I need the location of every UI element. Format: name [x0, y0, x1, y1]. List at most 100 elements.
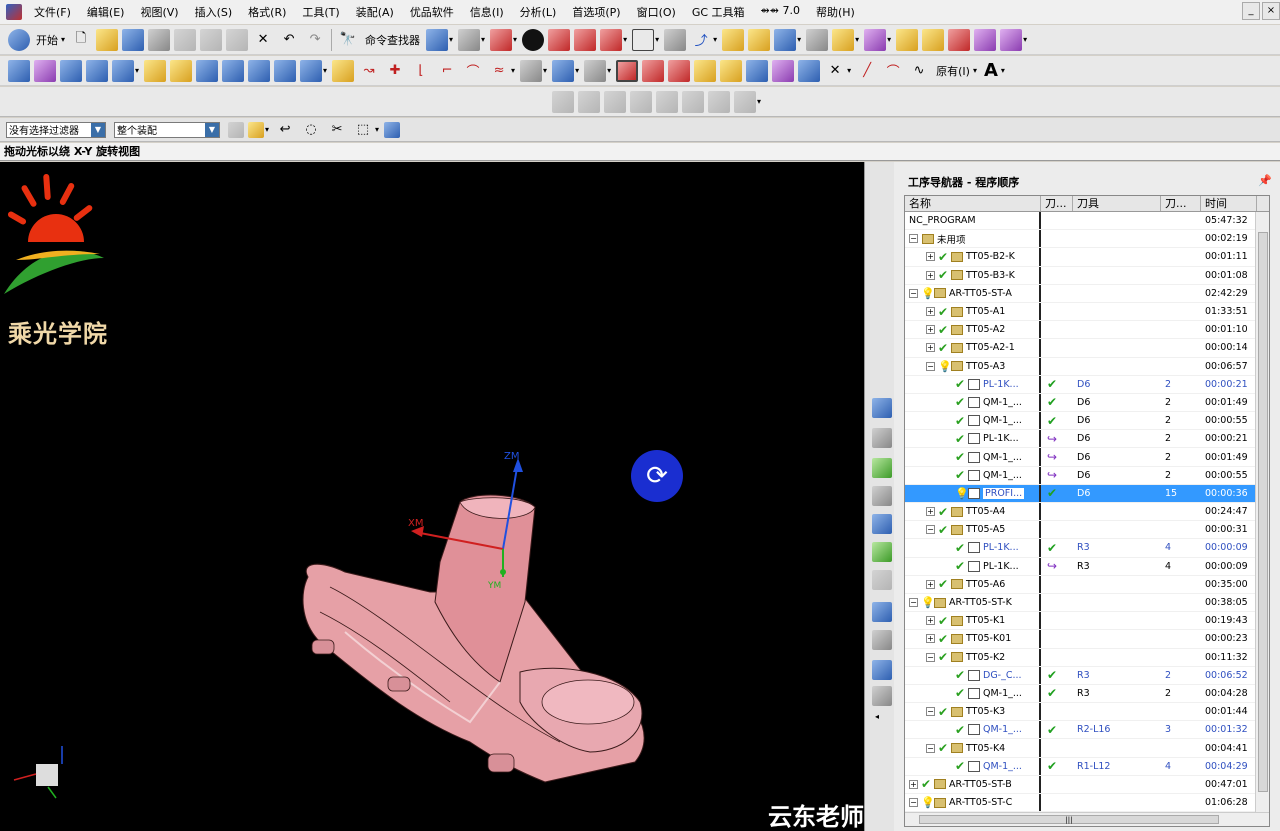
rectangle-select-icon[interactable]: ⬚ — [352, 119, 374, 141]
menu-item[interactable]: 视图(V) — [132, 4, 186, 20]
column-header-name[interactable]: 名称 — [905, 196, 1041, 211]
replay-path-icon[interactable] — [170, 59, 193, 82]
path-edit-2-icon[interactable] — [668, 59, 691, 82]
resource-program-order-icon[interactable] — [872, 458, 892, 478]
show-hide-icon[interactable] — [552, 59, 575, 82]
table-row[interactable]: − ✔ TT05-A5 00:00:31 — [905, 521, 1269, 540]
feature-3-icon[interactable] — [604, 90, 626, 113]
close-button[interactable]: × — [1262, 2, 1280, 20]
menu-item[interactable]: 格式(R) — [240, 4, 294, 20]
wireframe-view-icon[interactable] — [600, 28, 623, 51]
collapse-icon[interactable]: − — [909, 234, 918, 244]
create-operation-icon[interactable] — [112, 59, 134, 82]
menu-item[interactable]: 文件(F) — [26, 4, 79, 20]
path-edit-7-icon[interactable] — [798, 59, 821, 82]
generate-path-icon[interactable] — [144, 59, 167, 82]
curve-4-icon[interactable]: ⌐ — [436, 60, 458, 82]
path-edit-4-icon[interactable] — [720, 59, 743, 82]
horizontal-scroll-thumb[interactable]: ||| — [919, 815, 1219, 824]
path-edit-1-icon[interactable] — [642, 59, 665, 82]
play-animation-icon[interactable] — [774, 28, 797, 51]
table-row[interactable]: − ✔ TT05-K4 00:04:41 — [905, 739, 1269, 758]
save-icon[interactable] — [122, 28, 145, 51]
expand-icon[interactable]: + — [926, 270, 935, 280]
resource-part-nav-icon[interactable] — [872, 570, 892, 590]
resource-method-view-icon[interactable] — [872, 542, 892, 562]
create-tool-icon[interactable] — [34, 59, 56, 82]
start-icon[interactable] — [8, 28, 30, 51]
curve-2-icon[interactable]: ✚ — [384, 60, 406, 82]
vertical-scroll-thumb[interactable] — [1258, 232, 1268, 792]
horizontal-scrollbar[interactable]: ||| — [905, 812, 1269, 826]
table-row[interactable]: ✔ QM-1_... ↪ D6 2 00:00:55 — [905, 466, 1269, 485]
feature-7-icon[interactable] — [708, 90, 730, 113]
table-row[interactable]: ✔ QM-1_... ✔ D6 2 00:01:49 — [905, 393, 1269, 413]
shaded-view-icon[interactable] — [548, 28, 571, 51]
layer-icon[interactable] — [664, 28, 687, 51]
table-row[interactable]: + ✔ TT05-A2-1 00:00:14 — [905, 339, 1269, 358]
collapse-icon[interactable]: − — [926, 361, 935, 371]
menu-item[interactable]: 工具(T) — [294, 4, 347, 20]
viewport-canvas[interactable]: ZM XM YM — [0, 162, 864, 831]
undo-icon[interactable]: ↶ — [278, 29, 300, 51]
curve-3-icon[interactable]: ⌊ — [410, 60, 432, 82]
snap-point-icon[interactable] — [248, 121, 264, 138]
curve-1-icon[interactable]: ↝ — [358, 60, 380, 82]
shop-doc-icon[interactable] — [300, 59, 323, 82]
command-finder-icon[interactable]: 🔭 — [337, 29, 359, 51]
feature-6-icon[interactable] — [682, 90, 704, 113]
table-row[interactable]: ✔ QM-1_... ✔ R2-L16 3 00:01:32 — [905, 721, 1269, 740]
table-row[interactable]: ✔ QM-1_... ✔ R3 2 00:04:28 — [905, 684, 1269, 704]
cut-icon[interactable] — [174, 28, 197, 51]
menu-item[interactable]: 首选项(P) — [564, 4, 628, 20]
table-row[interactable]: − 💡 AR-TT05-ST-C 01:06:28 — [905, 794, 1269, 813]
section-view-icon[interactable] — [806, 28, 829, 51]
simulate-icon[interactable] — [248, 59, 271, 82]
table-row[interactable]: + ✔ TT05-K1 00:19:43 — [905, 612, 1269, 631]
assembly-scope-select[interactable]: 整个装配 ▼ — [114, 121, 220, 138]
expand-icon[interactable]: + — [926, 325, 935, 335]
refresh-icon[interactable] — [426, 28, 449, 51]
table-row[interactable]: + ✔ TT05-B3-K 00:01:08 — [905, 266, 1269, 285]
expand-icon[interactable]: + — [926, 343, 935, 353]
expand-icon[interactable]: + — [909, 779, 918, 789]
resource-reuse-library-icon[interactable] — [872, 602, 892, 622]
filter-icon[interactable] — [228, 121, 244, 138]
background-color-icon[interactable] — [632, 28, 655, 51]
resource-tool-view-icon[interactable] — [872, 486, 892, 506]
rotate-view-button[interactable]: ⟳ — [631, 450, 683, 502]
start-menu-button[interactable]: 开始 — [36, 32, 58, 48]
resource-web-icon[interactable] — [872, 660, 892, 680]
command-finder-button[interactable]: 命令查找器 — [365, 32, 420, 48]
menu-item[interactable]: 分析(L) — [512, 4, 565, 20]
table-row[interactable]: − 💡 AR-TT05-ST-K 00:38:05 — [905, 593, 1269, 613]
table-row[interactable]: + ✔ TT05-K01 00:00:23 — [905, 630, 1269, 649]
collapse-icon[interactable]: − — [909, 288, 918, 298]
table-row[interactable]: − 未用项 00:02:19 — [905, 230, 1269, 249]
select-feature-icon[interactable]: ◌ — [300, 119, 322, 141]
table-row[interactable]: ✔ QM-1_... ↪ D6 2 00:01:49 — [905, 448, 1269, 467]
cube-tool-1-icon[interactable] — [864, 28, 887, 51]
select-tool-icon[interactable] — [458, 28, 481, 51]
menu-item[interactable]: 优品软件 — [402, 4, 462, 20]
paste-icon[interactable] — [226, 28, 249, 51]
create-program-icon[interactable] — [8, 59, 30, 82]
menu-item[interactable]: GC 工具箱 — [684, 4, 753, 20]
menu-item[interactable]: ⇴⇴ 7.0 — [753, 4, 808, 20]
menu-item[interactable]: 窗口(O) — [629, 4, 684, 20]
ruler-icon[interactable] — [832, 28, 855, 51]
feature-8-icon[interactable] — [734, 90, 756, 113]
table-row[interactable]: ✔ DG-_C... ✔ R3 2 00:06:52 — [905, 666, 1269, 685]
table-row[interactable]: 💡 PROFI... ✔ D6 15 00:00:36 — [905, 484, 1269, 503]
table-row[interactable]: + ✔ TT05-A4 00:24:47 — [905, 503, 1269, 522]
fit-view-icon[interactable] — [490, 28, 513, 51]
feature-4-icon[interactable] — [630, 90, 652, 113]
table-row[interactable]: + ✔ AR-TT05-ST-B 00:47:01 — [905, 775, 1269, 794]
collapse-icon[interactable]: − — [926, 652, 935, 662]
table-row[interactable]: − 💡 AR-TT05-ST-A 02:42:29 — [905, 284, 1269, 303]
menu-item[interactable]: 装配(A) — [348, 4, 402, 20]
create-geometry-icon[interactable] — [60, 59, 82, 82]
resource-history-icon[interactable] — [872, 630, 892, 650]
selection-filter-select[interactable]: 没有选择过滤器 ▼ — [6, 121, 106, 138]
expand-icon[interactable]: + — [926, 579, 935, 589]
